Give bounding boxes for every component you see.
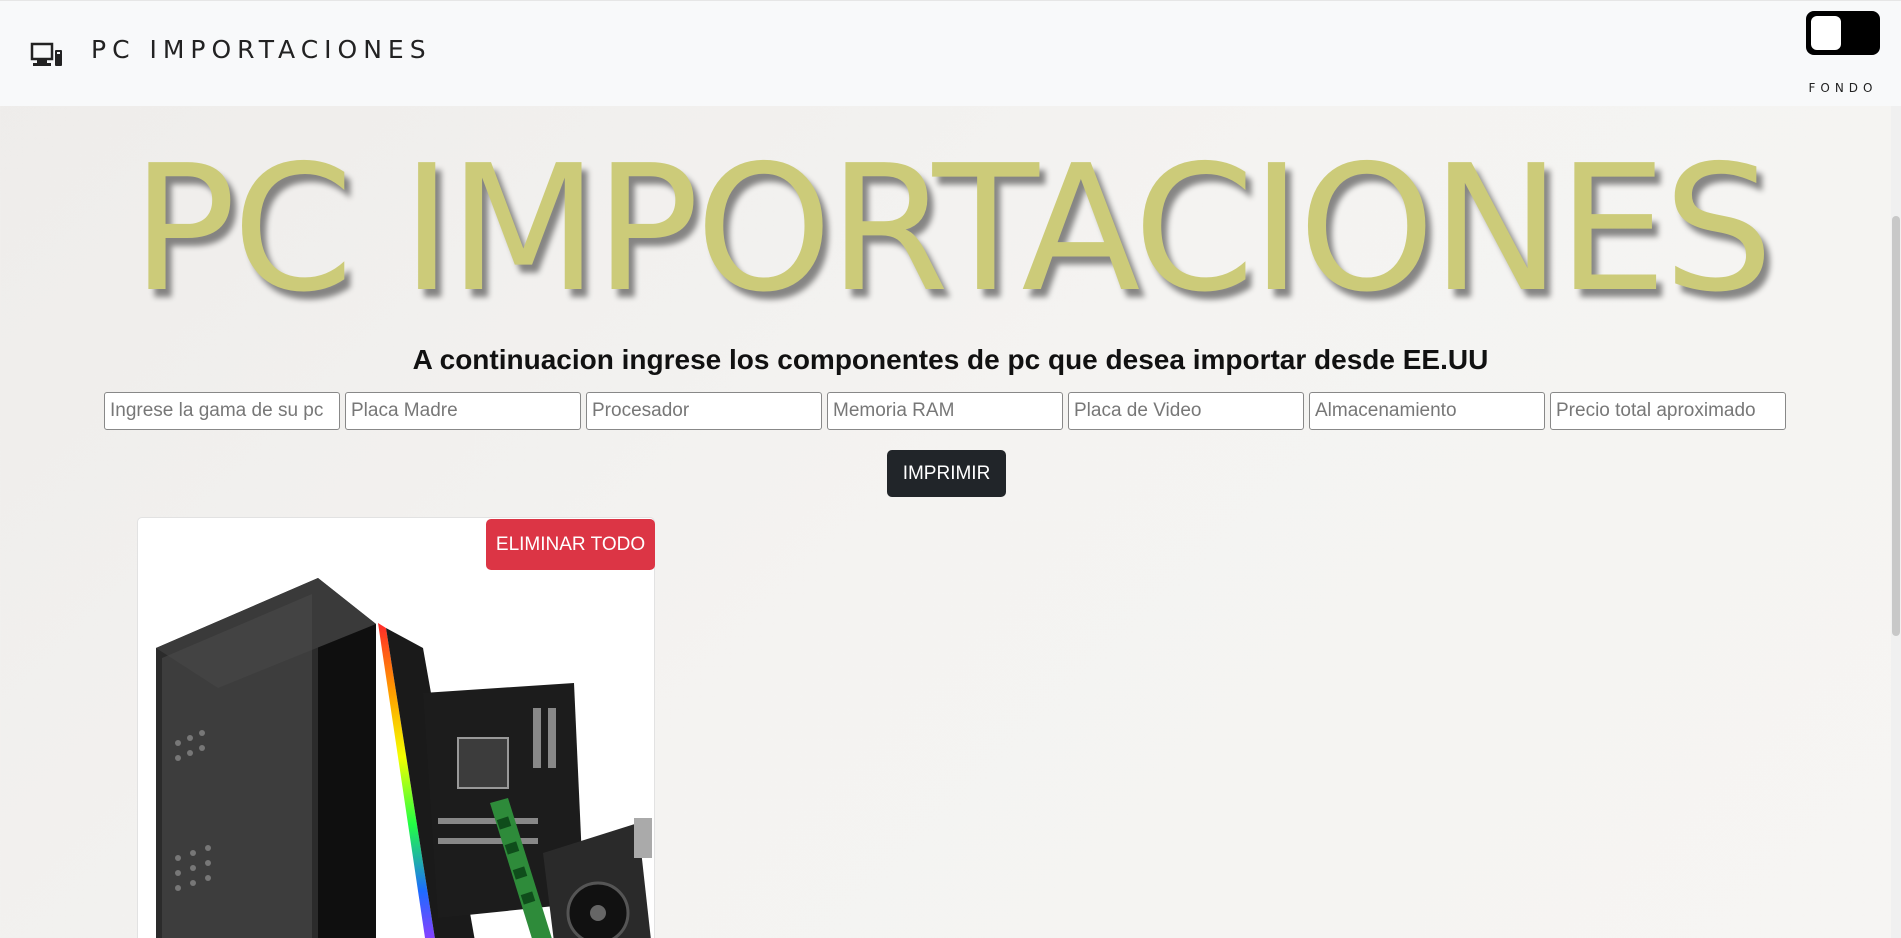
ram-input[interactable] [827,392,1063,430]
processor-input[interactable] [586,392,822,430]
devices-icon[interactable] [30,42,64,68]
toggle-knob [1811,16,1841,50]
toggle-label: FONDO [1808,81,1878,95]
form-instructions: A continuacion ingrese los componentes d… [412,344,1489,375]
background-toggle[interactable] [1806,11,1880,55]
hero-title: PC IMPORTACIONES [131,128,1773,331]
print-button[interactable]: IMPRIMIR [887,450,1006,497]
delete-all-button[interactable]: ELIMINAR TODO [486,519,655,570]
motherboard-input[interactable] [345,392,581,430]
result-card [137,517,655,938]
storage-input[interactable] [1309,392,1545,430]
video-card-input[interactable] [1068,392,1304,430]
range-input[interactable] [104,392,340,430]
component-form [104,392,1786,430]
pc-components-image [156,578,652,938]
brand-link[interactable]: PC IMPORTACIONES [91,35,432,64]
navbar: PC IMPORTACIONES FONDO [0,0,1901,106]
total-price-input[interactable] [1550,392,1786,430]
